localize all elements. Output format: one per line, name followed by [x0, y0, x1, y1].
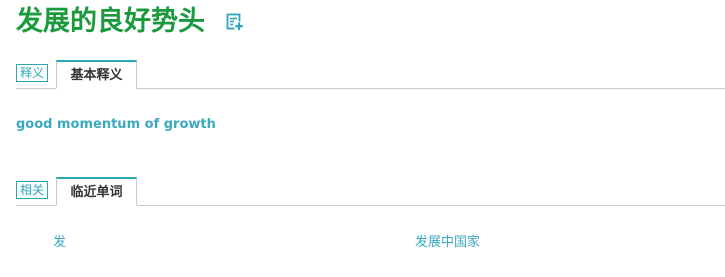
related-section-tag: 相关 — [16, 181, 49, 199]
entry-header: 发展的良好势头 — [16, 2, 245, 42]
related-word-link[interactable]: 发展中国家 — [415, 234, 480, 252]
basic-definition-text: good momentum of growth — [16, 117, 216, 132]
definition-section-tag: 释义 — [16, 64, 49, 82]
entry-word-title: 发展的良好势头 — [16, 6, 205, 37]
dictionary-entry-page: 发展的良好势头 释义 基本释义 good momentum of growth … — [0, 0, 725, 277]
related-word-link[interactable]: 发 — [53, 234, 66, 252]
add-to-wordbook-icon[interactable] — [225, 12, 245, 32]
definition-section-tabs: 释义 基本释义 — [16, 58, 725, 89]
tab-basic-definition[interactable]: 基本释义 — [56, 60, 137, 89]
tab-nearby-words[interactable]: 临近单词 — [56, 177, 137, 206]
related-section-tabs: 相关 临近单词 — [16, 175, 725, 206]
